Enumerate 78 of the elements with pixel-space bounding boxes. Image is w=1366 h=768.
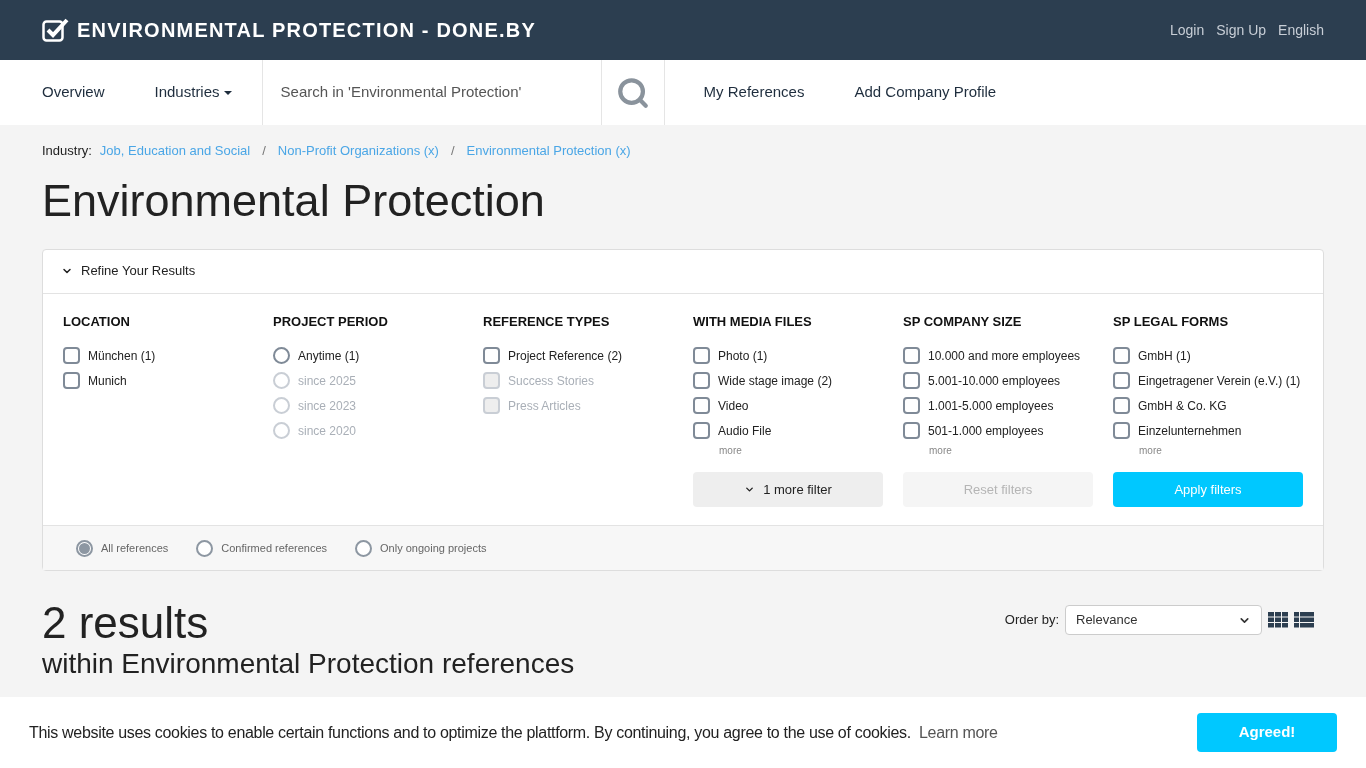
page-title: Environmental Protection (42, 173, 546, 228)
search-icon (615, 75, 650, 110)
more-filter-button[interactable]: 1 more filter (693, 472, 883, 507)
refine-toggle[interactable]: Refine Your Results (43, 249, 1323, 294)
nav-link[interactable]: Add Company Profile (854, 81, 997, 104)
order-label: Order by: (1004, 611, 1059, 630)
filter-heading: REFERENCE TYPES (483, 312, 611, 331)
list-view-icon[interactable] (1294, 612, 1314, 628)
checkbox[interactable] (1113, 347, 1130, 364)
nav-link[interactable]: Overview (42, 81, 105, 104)
filter-heading: SP LEGAL FORMS (1113, 312, 1230, 331)
checkbox[interactable] (693, 422, 710, 439)
checkbox[interactable] (903, 372, 920, 389)
breadcrumb-label: Industry: (42, 142, 92, 160)
checkbox[interactable] (483, 347, 500, 364)
checkbox[interactable] (903, 422, 920, 439)
cookie-text: This website uses cookies to enable certain functions and to optimize the plattform. By continuing, you agree to the use of cookies. Learn more (29, 722, 998, 743)
checkbox-logo-icon (42, 18, 69, 42)
checkbox[interactable] (1113, 372, 1130, 389)
radio-button[interactable] (273, 347, 290, 364)
header-link[interactable]: Sign Up (1216, 19, 1267, 41)
option-label: 10.000 and more employees (928, 347, 1081, 365)
option-label: Success Stories (508, 372, 595, 390)
search-field[interactable]: Search in 'Environmental Protection' (262, 60, 602, 125)
nav-link[interactable]: Industries (154, 81, 232, 104)
option-label: 501-1.000 employees (928, 422, 1044, 440)
option-label: München (1) (88, 347, 156, 365)
option-label: Project Reference (2) (508, 347, 623, 365)
option-label: Photo (1) (718, 347, 768, 365)
more-link[interactable]: more (1113, 443, 1303, 458)
breadcrumb-separator: / (261, 142, 267, 160)
results-count: 2 results (42, 599, 210, 647)
nav-link[interactable]: My References (703, 81, 805, 104)
checkbox[interactable] (1113, 422, 1130, 439)
option-label: 5.001-10.000 employees (928, 372, 1061, 390)
chevron-icon (744, 484, 756, 495)
filter-heading: WITH MEDIA FILES (693, 312, 813, 331)
radio-label: All references (101, 540, 169, 556)
filter-heading: SP COMPANY SIZE (903, 312, 1023, 331)
checkbox[interactable] (693, 372, 710, 389)
checkbox[interactable] (693, 347, 710, 364)
radio-button[interactable] (355, 539, 373, 557)
option-label: since 2025 (298, 372, 357, 390)
option-label: since 2023 (298, 397, 357, 415)
more-link[interactable]: more (693, 443, 883, 458)
radio-label: Only ongoing projects (380, 540, 487, 556)
option-label: GmbH (1) (1138, 347, 1191, 365)
more-link[interactable]: more (903, 443, 1093, 458)
checkbox[interactable] (903, 397, 920, 414)
option-label: Munich (88, 372, 127, 390)
option-label: Eingetragener Verein (e.V.) (1) (1138, 372, 1301, 390)
option-label: 1.001-5.000 employees (928, 397, 1054, 415)
checkbox[interactable] (693, 397, 710, 414)
breadcrumb-separator: / (449, 142, 456, 160)
grid-view-icon[interactable] (1268, 612, 1288, 628)
header-link[interactable]: Login (1170, 19, 1205, 41)
results-subtitle: within Environmental Protection references (42, 647, 575, 681)
header-link[interactable]: English (1278, 19, 1324, 41)
option-label: GmbH & Co. KG (1138, 397, 1227, 415)
checkbox[interactable] (903, 347, 920, 364)
radio-button[interactable] (76, 539, 93, 557)
option-label: Einzelunternehmen (1138, 422, 1242, 440)
option-label: since 2020 (298, 422, 357, 440)
checkbox[interactable] (63, 347, 80, 364)
option-label: Video (718, 397, 749, 415)
radio-button[interactable] (196, 539, 214, 557)
option-label: Wide stage image (2) (718, 372, 833, 390)
filter-heading: PROJECT PERIOD (273, 312, 389, 331)
filter-heading: LOCATION (63, 312, 131, 331)
order-select[interactable]: Relevance (1065, 605, 1262, 635)
checkbox[interactable] (1113, 397, 1130, 414)
option-label: Audio File (718, 422, 772, 440)
option-label: Press Articles (508, 397, 581, 415)
checkbox[interactable] (63, 372, 80, 389)
radio-label: Confirmed references (221, 540, 328, 556)
option-label: Anytime (1) (298, 347, 360, 365)
learn-more-link[interactable]: Learn more (919, 723, 998, 741)
site-title[interactable]: ENVIRONMENTAL PROTECTION - DONE.BY (77, 15, 536, 45)
